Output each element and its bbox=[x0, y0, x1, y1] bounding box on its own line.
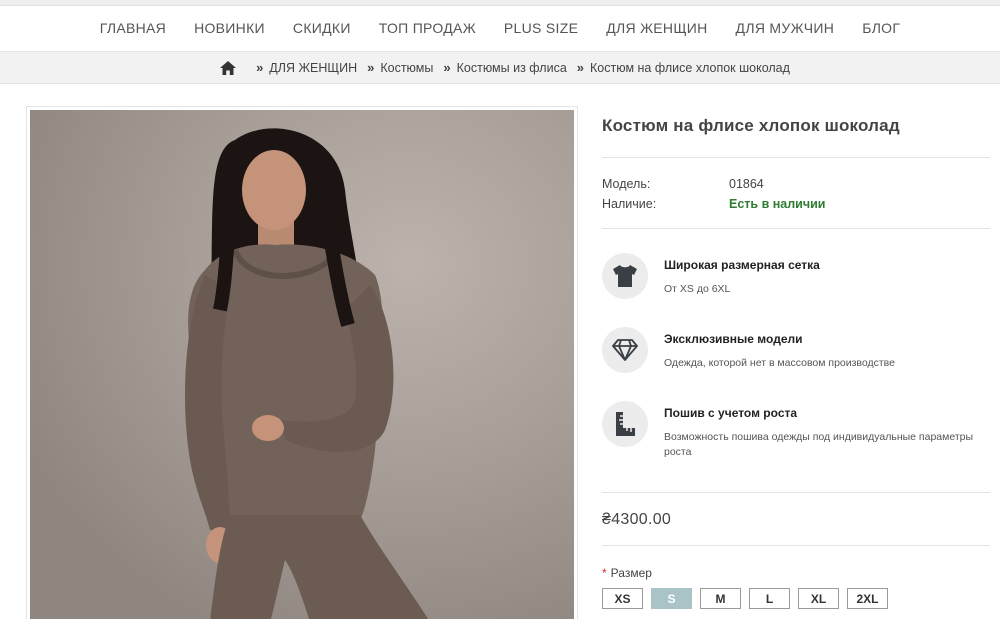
breadcrumb-separator-icon: » bbox=[443, 60, 451, 75]
spec-availability: Наличие: Есть в наличии bbox=[602, 194, 990, 214]
spec-label: Модель: bbox=[602, 177, 651, 191]
breadcrumb-separator-icon: » bbox=[367, 60, 375, 75]
nav-item-new[interactable]: НОВИНКИ bbox=[194, 20, 265, 36]
size-option-m[interactable]: M bbox=[700, 588, 741, 609]
nav-item-sale[interactable]: СКИДКИ bbox=[293, 20, 351, 36]
feature-description: От XS до 6XL bbox=[664, 283, 731, 295]
product-info: Костюм на флисе хлопок шоколад Модель: 0… bbox=[602, 106, 990, 609]
breadcrumb-separator-icon: » bbox=[256, 60, 264, 75]
product-image-frame[interactable] bbox=[26, 106, 578, 619]
home-icon[interactable] bbox=[220, 60, 237, 75]
nav-item-men[interactable]: ДЛЯ МУЖЧИН bbox=[736, 20, 835, 36]
diamond-icon bbox=[602, 327, 648, 373]
main-nav: ГЛАВНАЯ НОВИНКИ СКИДКИ ТОП ПРОДАЖ PLUS S… bbox=[0, 6, 1000, 50]
size-option-s[interactable]: S bbox=[651, 588, 692, 609]
spec-model: Модель: 01864 bbox=[602, 174, 990, 194]
nav-item-home[interactable]: ГЛАВНАЯ bbox=[100, 20, 166, 36]
size-option-2xl[interactable]: 2XL bbox=[847, 588, 888, 609]
size-option-xs[interactable]: XS bbox=[602, 588, 643, 609]
ruler-icon bbox=[602, 401, 648, 447]
nav-item-plus-size[interactable]: PLUS SIZE bbox=[504, 20, 578, 36]
feature-title: Эксклюзивные модели bbox=[664, 332, 803, 346]
availability-status: Есть в наличии bbox=[729, 197, 826, 211]
breadcrumb-item-current[interactable]: Костюм на флисе хлопок шоколад bbox=[590, 61, 790, 75]
size-label: * Размер bbox=[602, 566, 990, 580]
size-option-l[interactable]: L bbox=[749, 588, 790, 609]
model-illustration bbox=[30, 110, 574, 619]
nav-item-top-sales[interactable]: ТОП ПРОДАЖ bbox=[379, 20, 476, 36]
product-photo[interactable] bbox=[30, 110, 574, 619]
nav-item-women[interactable]: ДЛЯ ЖЕНЩИН bbox=[606, 20, 707, 36]
breadcrumb-item-fleece-suits[interactable]: Костюмы из флиса bbox=[457, 61, 567, 75]
feature-size-range: Широкая размерная сетка От XS до 6XL bbox=[602, 253, 990, 299]
feature-exclusive: Эксклюзивные модели Одежда, которой нет … bbox=[602, 327, 990, 373]
product-specs: Модель: 01864 Наличие: Есть в наличии bbox=[602, 158, 990, 228]
size-label-text: Размер bbox=[610, 566, 652, 580]
size-option-xl[interactable]: XL bbox=[798, 588, 839, 609]
feature-title: Пошив с учетом роста bbox=[664, 406, 798, 420]
feature-title: Широкая размерная сетка bbox=[664, 258, 820, 272]
breadcrumb-separator-icon: » bbox=[576, 60, 585, 75]
required-mark: * bbox=[602, 566, 607, 580]
feature-custom-height: Пошив с учетом роста Возможность пошива … bbox=[602, 401, 990, 460]
feature-description: Одежда, которой нет в массовом производс… bbox=[664, 357, 895, 369]
size-selector: XS S M L XL 2XL bbox=[602, 588, 990, 609]
breadcrumb: » ДЛЯ ЖЕНЩИН » Костюмы » Костюмы из флис… bbox=[0, 51, 1000, 84]
breadcrumb-item-women[interactable]: ДЛЯ ЖЕНЩИН bbox=[269, 61, 357, 75]
feature-description: Возможность пошива одежды под индивидуал… bbox=[664, 431, 974, 458]
spec-value: 01864 bbox=[729, 177, 764, 191]
tshirt-icon bbox=[602, 253, 648, 299]
nav-item-blog[interactable]: БЛОГ bbox=[862, 20, 900, 36]
product-price: ₴4300.00 bbox=[602, 511, 672, 528]
spec-label: Наличие: bbox=[602, 197, 657, 211]
breadcrumb-item-suits[interactable]: Костюмы bbox=[380, 61, 433, 75]
product-title: Костюм на флисе хлопок шоколад bbox=[602, 116, 900, 135]
